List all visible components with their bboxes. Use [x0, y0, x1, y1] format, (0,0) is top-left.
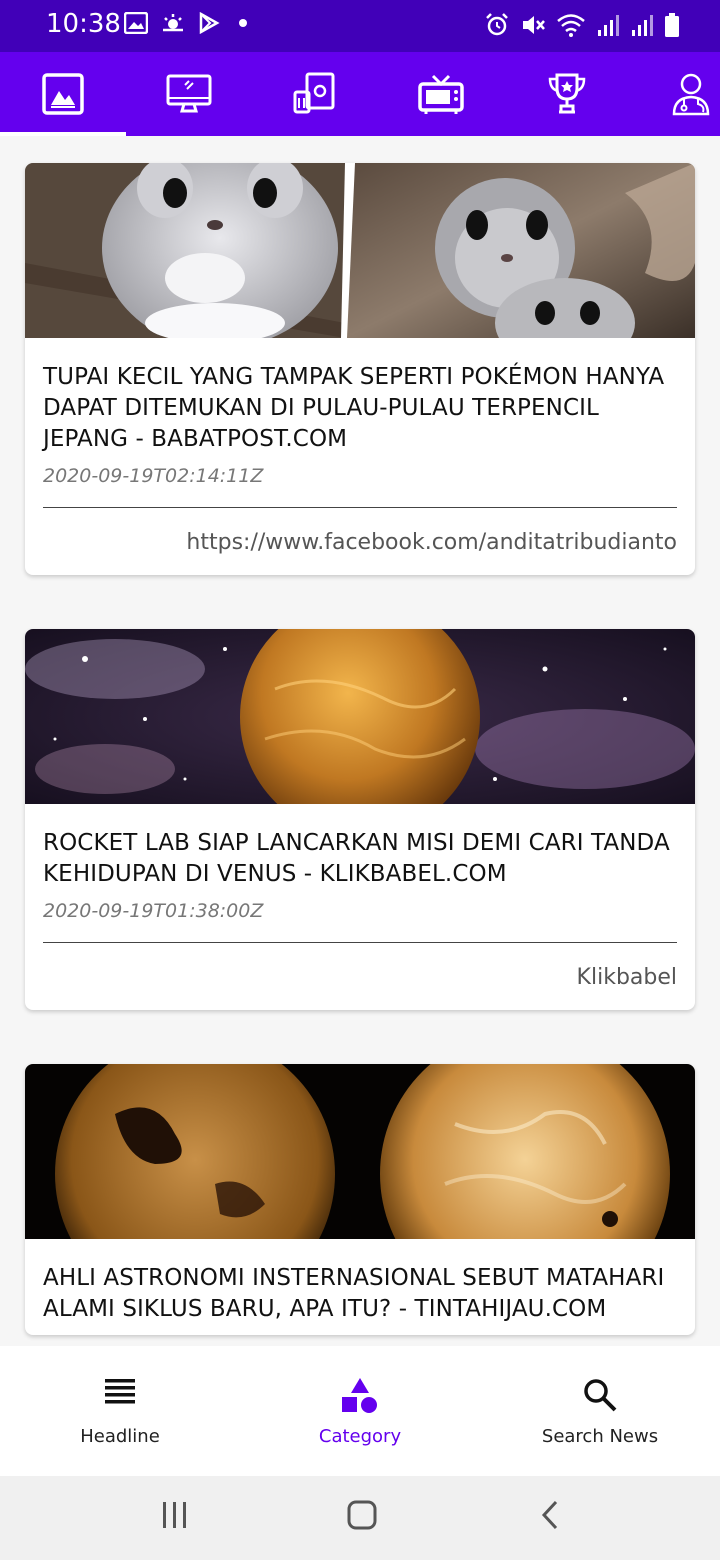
- money-icon: [293, 72, 335, 114]
- monitor-icon: [166, 74, 212, 113]
- article-title[interactable]: AHLI ASTRONOMI INSTERNASIONAL SEBUT MATA…: [43, 1263, 677, 1325]
- news-card[interactable]: ROCKET LAB SIAP LANCARKAN MISI DEMI CARI…: [25, 629, 695, 1010]
- article-image: [25, 1064, 695, 1239]
- search-icon: [584, 1379, 617, 1412]
- nav-label: Category: [318, 1426, 402, 1447]
- system-navigation-bar: [0, 1476, 720, 1560]
- nav-label: Headline: [80, 1426, 160, 1447]
- alarm-icon: [486, 13, 508, 36]
- doctor-icon: [672, 73, 710, 116]
- menu-icon: [105, 1379, 135, 1404]
- weather-icon: [163, 14, 183, 32]
- article-source[interactable]: Klikbabel: [43, 943, 677, 1010]
- news-card[interactable]: TUPAI KECIL YANG TAMPAK SEPERTI POKÉMON …: [25, 163, 695, 575]
- image-icon: [42, 73, 84, 115]
- recent-apps-icon[interactable]: [160, 1498, 190, 1534]
- home-icon[interactable]: [346, 1498, 378, 1534]
- news-feed[interactable]: TUPAI KECIL YANG TAMPAK SEPERTI POKÉMON …: [0, 136, 720, 1346]
- tab-image[interactable]: [0, 52, 126, 136]
- play-store-icon: [199, 12, 220, 34]
- tab-entertainment[interactable]: [378, 52, 504, 136]
- status-time: 10:38: [46, 9, 121, 39]
- category-icon: [342, 1378, 377, 1413]
- signal-icon: [632, 15, 653, 36]
- wifi-icon: [557, 14, 585, 37]
- nav-headline[interactable]: Headline: [0, 1346, 240, 1476]
- mute-icon: [523, 16, 545, 34]
- nav-label: Search News: [541, 1426, 659, 1447]
- article-title[interactable]: ROCKET LAB SIAP LANCARKAN MISI DEMI CARI…: [43, 828, 677, 890]
- article-date: 2020-09-19T02:14:11Z: [43, 465, 264, 487]
- article-image: [25, 629, 695, 804]
- nav-search-news[interactable]: Search News: [480, 1346, 720, 1476]
- news-card[interactable]: AHLI ASTRONOMI INSTERNASIONAL SEBUT MATA…: [25, 1064, 695, 1335]
- article-date: 2020-09-19T01:38:00Z: [43, 900, 264, 922]
- status-bar: 10:38: [0, 0, 720, 52]
- tab-business[interactable]: [252, 52, 378, 136]
- article-image: [25, 163, 695, 338]
- category-tab-bar: [0, 52, 720, 136]
- dot-icon: [239, 19, 247, 27]
- article-title[interactable]: TUPAI KECIL YANG TAMPAK SEPERTI POKÉMON …: [43, 362, 677, 455]
- article-source[interactable]: https://www.facebook.com/anditatribudian…: [43, 508, 677, 575]
- tab-sports[interactable]: [504, 52, 630, 136]
- back-icon[interactable]: [538, 1498, 562, 1534]
- signal-icon: [598, 15, 619, 36]
- tab-technology[interactable]: [126, 52, 252, 136]
- bottom-navigation: Headline Category Search News: [0, 1346, 720, 1476]
- trophy-icon: [548, 73, 586, 114]
- image-icon: [124, 12, 148, 34]
- tv-icon: [418, 74, 464, 114]
- nav-category[interactable]: Category: [240, 1346, 480, 1476]
- tab-health[interactable]: [630, 52, 720, 136]
- battery-icon: [665, 13, 679, 37]
